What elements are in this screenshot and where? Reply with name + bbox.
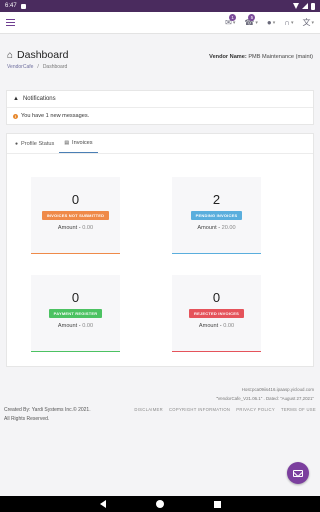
- warning-icon: !: [13, 113, 18, 119]
- page-title: ⌂ Dashboard: [7, 49, 68, 61]
- breadcrumb-current: Dashboard: [42, 64, 68, 70]
- language-icon: 文: [302, 18, 311, 27]
- stat-card-not-submitted[interactable]: 0 INVOICES NOT SUBMITTED Amount - 0.00: [31, 177, 120, 254]
- tab-profile-status[interactable]: ● Profile Status: [10, 134, 59, 153]
- stat-accent-bar: [172, 350, 261, 352]
- user-menu-button[interactable]: ● ▾: [267, 18, 275, 27]
- dashboard-tabs-panel: ● Profile Status ▤ Invoices 0 INVOICES N…: [6, 133, 314, 367]
- stat-label-badge: PAYMENT REGISTER: [48, 309, 103, 318]
- notifications-panel: ▲ Notifications ! You have 1 new message…: [6, 90, 314, 125]
- contacts-button[interactable]: ☎ 5 ▾: [244, 14, 258, 27]
- stat-card-rejected[interactable]: 0 REJECTED INVOICES Amount - 0.00: [172, 275, 261, 352]
- battery-icon: [311, 2, 315, 10]
- breadcrumb-separator: /: [37, 64, 39, 70]
- rights-text: All Rights Reserved.: [4, 416, 50, 422]
- stat-count: 0: [212, 290, 221, 305]
- notification-message[interactable]: ! You have 1 new messages.: [7, 108, 313, 124]
- footer-links: DISCLAIMER COPYRIGHT INFORMATION PRIVACY…: [134, 407, 316, 413]
- page-title-text: Dashboard: [17, 49, 69, 61]
- stat-label-badge: INVOICES NOT SUBMITTED: [41, 211, 110, 220]
- envelope-icon: [293, 469, 303, 477]
- notifications-title: Notifications: [22, 96, 56, 102]
- stat-label-badge: PENDING INVOICES: [190, 211, 243, 220]
- chevron-down-icon: ▾: [311, 19, 314, 26]
- vendor-name-value: PMB Maintenance (maint): [248, 54, 313, 60]
- back-icon[interactable]: [99, 500, 106, 508]
- stat-amount: Amount - 0.00: [57, 225, 94, 231]
- stat-card-payment-register[interactable]: 0 PAYMENT REGISTER Amount - 0.00: [31, 275, 120, 352]
- android-status-bar: 6:47: [0, 0, 320, 12]
- stat-amount: Amount - 20.00: [197, 225, 236, 231]
- stat-count: 2: [212, 192, 221, 207]
- stat-accent-bar: [172, 252, 261, 254]
- document-icon: ▤: [64, 140, 70, 146]
- vendor-name-label: Vendor Name:: [209, 54, 247, 60]
- bell-icon: ▲: [13, 96, 19, 102]
- android-navigation-bar: [0, 496, 320, 512]
- wifi-icon: [293, 3, 299, 9]
- hamburger-menu-icon[interactable]: [6, 19, 15, 26]
- copyright-link[interactable]: COPYRIGHT INFORMATION: [169, 407, 230, 413]
- notification-message-text: You have 1 new messages.: [21, 113, 90, 119]
- privacy-policy-link[interactable]: PRIVACY POLICY: [236, 407, 275, 413]
- footer: Created By: Yardi Systems Inc.© 2021. DI…: [0, 403, 320, 413]
- stat-count: 0: [71, 290, 80, 305]
- stat-label-badge: REJECTED INVOICES: [189, 309, 244, 318]
- tab-label: Profile Status: [21, 140, 55, 147]
- breadcrumb-root-link[interactable]: VendorCafe: [7, 64, 33, 70]
- chevron-down-icon: ▾: [255, 19, 258, 26]
- breadcrumb: VendorCafe / Dashboard: [0, 61, 320, 73]
- user-icon: ●: [15, 140, 19, 147]
- stat-card-pending[interactable]: 2 PENDING INVOICES Amount - 20.00: [172, 177, 261, 254]
- user-icon: ●: [266, 18, 272, 27]
- vendor-name: Vendor Name: PMB Maintenance (maint): [209, 54, 313, 60]
- home-button-icon[interactable]: [155, 500, 164, 508]
- headset-icon: ∩: [284, 18, 290, 27]
- app-topbar: ✉ 1 ▾ ☎ 5 ▾ ● ▾ ∩ ▾ 文 ▾: [0, 12, 320, 34]
- disclaimer-link[interactable]: DISCLAIMER: [134, 407, 163, 413]
- stat-amount: Amount - 0.00: [198, 323, 235, 329]
- stat-count: 0: [71, 192, 80, 207]
- invoice-stats-grid: 0 INVOICES NOT SUBMITTED Amount - 0.00 2…: [7, 154, 313, 352]
- compose-message-button[interactable]: [287, 462, 309, 484]
- page-header: ⌂ Dashboard Vendor Name: PMB Maintenance…: [0, 34, 320, 61]
- chevron-down-icon: ▾: [290, 19, 294, 26]
- recent-apps-icon[interactable]: [213, 500, 221, 508]
- home-icon: ⌂: [7, 49, 14, 61]
- tab-invoices[interactable]: ▤ Invoices: [59, 134, 98, 153]
- language-button[interactable]: 文 ▾: [302, 17, 314, 28]
- notification-icon: [20, 3, 26, 9]
- stat-accent-bar: [31, 350, 120, 352]
- notifications-header: ▲ Notifications: [7, 91, 313, 108]
- chevron-down-icon: ▾: [272, 19, 276, 26]
- terms-of-use-link[interactable]: TERMS OF USE: [281, 407, 316, 413]
- version-text: "VendorCafe_V21.06.1" . Dated: "August 2…: [215, 396, 314, 401]
- cellular-signal-icon: [302, 3, 308, 9]
- stat-amount: Amount - 0.00: [57, 323, 94, 329]
- stat-accent-bar: [31, 252, 120, 254]
- messages-button[interactable]: ✉ 1 ▾: [225, 14, 237, 27]
- tab-bar: ● Profile Status ▤ Invoices: [7, 134, 313, 154]
- tab-label: Invoices: [72, 140, 93, 146]
- created-by-text: Created By: Yardi Systems Inc.© 2021.: [4, 407, 91, 413]
- host-text: Host:pca09iis416.ipaasp.yicloud.com: [241, 387, 314, 392]
- status-time: 6:47: [5, 3, 17, 9]
- server-info: Host:pca09iis416.ipaasp.yicloud.com "Ven…: [0, 367, 320, 403]
- support-button[interactable]: ∩ ▾: [284, 18, 293, 27]
